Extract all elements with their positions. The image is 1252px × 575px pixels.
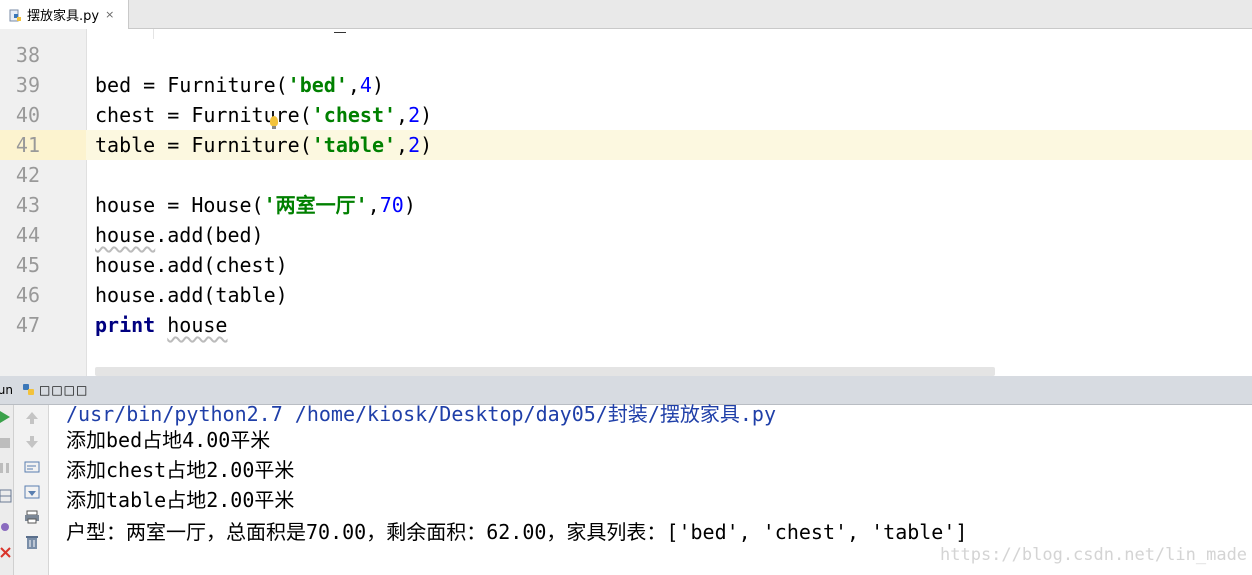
line-number: 38 [15,43,40,67]
code-text: , [367,193,380,217]
code-text: house = House( [95,193,264,217]
string-literal: '两室一厅' [263,193,368,217]
debug-icon[interactable] [0,520,12,534]
console-output-line: 户型：两室一厅，总面积是70.00，剩余面积：62.00，家具列表：['bed'… [66,520,968,544]
code-text: bed = Furniture( [95,73,288,97]
code-line[interactable]: house.add(table) [95,280,288,310]
number-literal: 2 [408,133,421,157]
stop-icon[interactable] [0,437,12,449]
rerun-icon[interactable] [0,411,12,423]
code-text: ) [420,103,433,127]
code-line[interactable]: print house [95,310,227,340]
line-number: 43 [15,193,40,217]
python-file-icon [9,8,23,22]
scroll-to-end-icon[interactable] [24,485,40,499]
code-text: ) [371,73,385,97]
tab-filename: 摆放家具.py [27,9,100,24]
keyword: print [95,313,156,337]
code-line[interactable]: bed = Furniture('bed',4) [95,70,384,100]
console-output-line: 添加table占地2.00平米 [66,488,295,512]
code-editor[interactable]: 38 39 40 41 42 43 44 45 46 47 bed = Furn… [0,29,1252,376]
number-literal: 4 [359,73,372,97]
code-line[interactable]: house = House('两室一厅',70) [95,190,416,220]
code-text: ) [403,193,416,217]
layout-icon[interactable] [0,489,12,503]
code-text: , [396,133,409,157]
horizontal-scrollbar[interactable] [95,367,995,376]
indent-guide [153,29,154,39]
code-text: , [347,73,360,97]
line-number: 46 [15,283,40,307]
line-number: 44 [15,223,40,247]
line-number: 41 [15,133,40,157]
line-number: 42 [15,163,40,187]
code-text: house [95,223,156,247]
string-literal: 'chest' [311,103,397,127]
arrow-down-icon[interactable] [25,435,39,449]
string-literal: 'table' [311,133,397,157]
line-number: 45 [15,253,40,277]
soft-wrap-icon[interactable] [24,460,40,474]
line-number: 39 [15,73,40,97]
caret-mark [334,32,346,33]
code-text: ) [420,133,433,157]
lightbulb-icon[interactable] [270,116,278,129]
pause-icon[interactable] [0,462,12,474]
close-icon[interactable]: × [105,8,114,21]
run-config-name[interactable]: □□□□ [39,383,88,397]
console-output-line: 添加bed占地4.00平米 [66,428,271,452]
arrow-up-icon[interactable] [25,411,39,425]
line-number: 40 [15,103,40,127]
code-line[interactable]: table = Furniture('table',2) [95,130,432,160]
code-text: table = Furniture( [95,133,312,157]
code-line[interactable]: chest = Furniture('chest',2) [95,100,432,130]
code-text: chest = Furniture( [95,103,312,127]
run-tool-label[interactable]: Run [0,383,13,397]
number-literal: 70 [379,193,404,217]
run-console-panel: /usr/bin/python2.7 /home/kiosk/Desktop/d… [0,402,1252,575]
run-toolbar-secondary [14,405,49,575]
watermark: https://blog.csdn.net/lin_made [940,545,1248,565]
file-tab[interactable]: 摆放家具.py × [0,0,129,29]
console-output-line: 添加chest占地2.00平米 [66,458,295,482]
string-literal: 'bed' [287,73,348,97]
code-text: , [396,103,409,127]
number-literal: 2 [408,103,421,127]
code-text: house [167,313,228,337]
run-toolbar-primary [0,405,14,575]
code-line[interactable]: house.add(chest) [95,250,288,280]
print-icon[interactable] [24,510,40,524]
code-text: .add(bed) [155,223,264,247]
editor-tab-bar: 摆放家具.py × [0,0,1252,29]
code-line[interactable]: house.add(bed) [95,220,264,250]
trash-icon[interactable] [25,534,39,550]
python-run-config-icon [22,383,35,396]
close-run-icon[interactable] [0,547,12,559]
line-number: 47 [15,313,40,337]
